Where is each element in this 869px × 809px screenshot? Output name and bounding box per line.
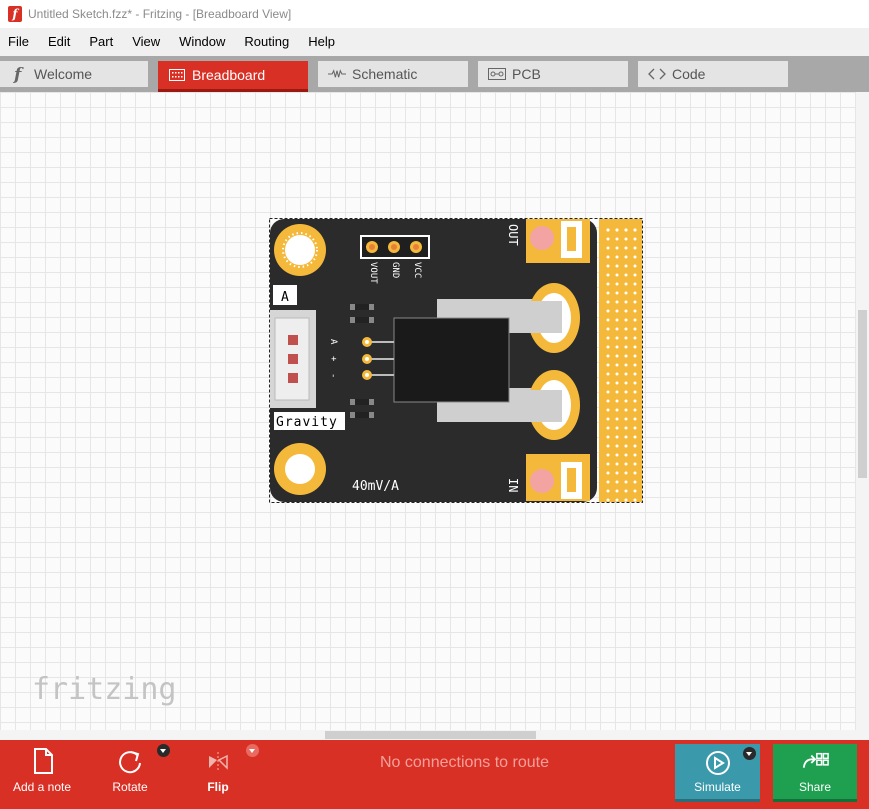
title-bar: f Untitled Sketch.fzz* - Fritzing - [Bre… [0, 0, 869, 28]
menu-window[interactable]: Window [173, 28, 231, 56]
resistor-icon [328, 65, 346, 83]
flip-dropdown-caret[interactable] [246, 744, 259, 757]
window-title: Untitled Sketch.fzz* - Fritzing - [Bread… [28, 7, 292, 21]
connector-pin-a: A [328, 339, 338, 345]
code-brackets-icon [648, 65, 666, 83]
menu-part[interactable]: Part [83, 28, 119, 56]
connector-pin-minus: - [328, 373, 338, 378]
pin-label-vout: VOUT [368, 262, 378, 284]
rotate-button[interactable]: Rotate [104, 740, 156, 809]
menu-edit[interactable]: Edit [42, 28, 76, 56]
menu-file[interactable]: File [2, 28, 35, 56]
menu-view[interactable]: View [126, 28, 166, 56]
current-sensor-board-graphic: VOUT GND VCC A A + - Gravity 40mV/A OUT … [269, 218, 643, 503]
add-note-button[interactable]: Add a note [10, 740, 74, 809]
svg-text:f: f [13, 65, 24, 83]
horizontal-scroll-thumb[interactable] [325, 731, 536, 739]
tab-code-label: Code [672, 66, 706, 82]
horizontal-scrollbar[interactable] [0, 730, 856, 740]
fritzing-watermark: fritzing [32, 672, 177, 707]
share-button[interactable]: Share [773, 744, 857, 802]
rotate-icon [119, 751, 141, 774]
view-tab-bar: f Welcome Breadboard Schematic PCB Code [0, 56, 869, 92]
terminal-out-label: OUT [506, 224, 520, 246]
connector-pin-plus: + [328, 356, 338, 362]
flip-button[interactable]: Flip [196, 740, 240, 809]
share-label: Share [798, 780, 832, 794]
terminal-in-label: IN [506, 478, 520, 492]
tab-code[interactable]: Code [638, 61, 788, 87]
fritzing-f-icon: f [10, 65, 28, 83]
menu-bar: File Edit Part View Window Routing Help [0, 28, 869, 56]
current-sensor-part[interactable]: VOUT GND VCC A A + - Gravity 40mV/A OUT … [269, 218, 643, 503]
flip-icon [209, 752, 228, 772]
fritzing-app-icon: f [8, 6, 22, 22]
simulate-dropdown-caret[interactable] [743, 747, 756, 760]
tab-schematic-label: Schematic [352, 66, 418, 82]
tab-breadboard[interactable]: Breadboard [158, 61, 308, 92]
pad-strip [599, 219, 642, 502]
pin-label-gnd: GND [390, 262, 400, 278]
routing-status: No connections to route [380, 754, 549, 771]
pcb-icon [488, 65, 506, 83]
pin-label-vcc: VCC [412, 262, 422, 278]
rotate-dropdown-caret[interactable] [157, 744, 170, 757]
breadboard-icon [168, 66, 186, 84]
note-icon [34, 748, 53, 774]
menu-help[interactable]: Help [302, 28, 341, 56]
tab-pcb-label: PCB [512, 66, 541, 82]
connector-label: A [281, 290, 289, 305]
flip-label: Flip [207, 780, 229, 794]
menu-routing[interactable]: Routing [238, 28, 295, 56]
play-circle-icon [705, 751, 730, 775]
tab-pcb[interactable]: PCB [478, 61, 628, 87]
hall-sensor-ic [393, 317, 510, 403]
tab-welcome[interactable]: f Welcome [0, 61, 148, 87]
tab-breadboard-label: Breadboard [192, 67, 266, 83]
tab-schematic[interactable]: Schematic [318, 61, 468, 87]
fritzing-window: f Untitled Sketch.fzz* - Fritzing - [Bre… [0, 0, 869, 809]
bottom-toolbar: Add a note Rotate Flip No connections to… [0, 740, 869, 809]
brand-label: Gravity [276, 415, 338, 430]
simulate-label: Simulate [694, 780, 741, 794]
spec-label: 40mV/A [352, 479, 399, 494]
share-icon [802, 752, 829, 768]
tab-welcome-label: Welcome [34, 66, 93, 82]
vertical-scrollbar[interactable] [856, 92, 869, 740]
vertical-scroll-thumb[interactable] [858, 310, 867, 478]
rotate-label: Rotate [112, 780, 148, 794]
add-note-label: Add a note [12, 780, 72, 794]
